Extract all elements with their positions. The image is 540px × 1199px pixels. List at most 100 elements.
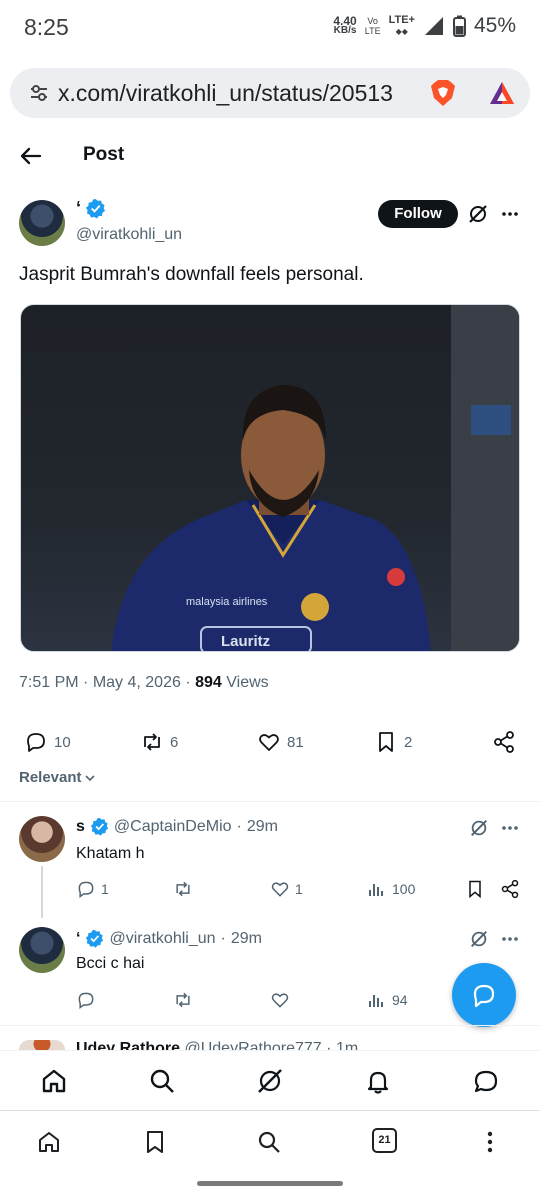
repost-action[interactable] <box>173 990 193 1010</box>
home-icon[interactable] <box>40 1067 68 1095</box>
signal-icon <box>424 17 443 35</box>
jersey-sponsor-text: Lauritz <box>221 633 270 650</box>
reply-avatar[interactable] <box>19 1040 65 1050</box>
repost-icon <box>144 733 160 751</box>
messages-icon[interactable] <box>472 1067 500 1095</box>
more-options-icon[interactable] <box>500 929 520 949</box>
reply-header-partial: Udey Rathore @UdeyRathore777 · 1m <box>76 1040 359 1050</box>
browser-menu-icon[interactable] <box>477 1129 503 1155</box>
sort-replies-dropdown[interactable]: Relevant <box>19 769 96 786</box>
jersey-airline-text: malaysia airlines <box>186 596 268 608</box>
battery-icon <box>452 15 466 37</box>
author-name[interactable]: ‘ <box>76 198 106 219</box>
grok-icon[interactable] <box>467 203 489 225</box>
repost-count: 6 <box>170 733 179 751</box>
repost-icon <box>176 992 190 1008</box>
grok-icon[interactable] <box>469 818 489 838</box>
divider <box>0 801 540 802</box>
address-bar[interactable]: x.com/viratkohli_un/status/20513 <box>10 68 530 118</box>
reply-header: ‘ @viratkohli_un · 29m <box>76 929 262 948</box>
bookmark-action[interactable]: 2 <box>374 730 412 754</box>
browser-bottom-nav: 21 <box>0 1110 540 1172</box>
post-date: May 4, 2026 <box>92 674 181 691</box>
network-speed: 4.40 KB/s <box>333 14 357 36</box>
battery-percent: 45% <box>473 14 516 37</box>
back-arrow-icon[interactable] <box>18 143 44 169</box>
more-options-icon[interactable] <box>500 204 520 224</box>
reply-avatar[interactable] <box>19 816 65 862</box>
heart-icon <box>271 993 289 1008</box>
views-action[interactable]: 94 <box>367 990 408 1010</box>
share-action[interactable] <box>492 730 516 754</box>
brave-shields-icon[interactable] <box>428 78 458 108</box>
url-text[interactable]: x.com/viratkohli_un/status/20513 <box>58 80 433 107</box>
heart-icon <box>271 882 289 897</box>
repost-icon <box>176 881 190 897</box>
post-meta: 7:51 PM · May 4, 2026 · 894 Views <box>19 674 269 691</box>
reply-author-name[interactable]: ‘ <box>76 930 80 948</box>
verified-badge-icon <box>85 198 106 219</box>
reply-header: s @CaptainDeMio · 29m <box>76 817 278 836</box>
share-icon[interactable] <box>500 879 520 899</box>
views-chart-icon <box>369 995 383 1007</box>
like-action[interactable]: 1 <box>270 879 303 899</box>
reply-icon <box>27 733 45 752</box>
page-title: Post <box>83 144 125 165</box>
reply-avatar[interactable] <box>19 927 65 973</box>
bookmark-count: 2 <box>404 733 413 751</box>
tab-switcher-button[interactable]: 21 <box>372 1128 397 1153</box>
reply-action[interactable]: 10 <box>24 730 71 754</box>
reply-author-handle[interactable]: @CaptainDeMio <box>114 818 232 836</box>
verified-badge-icon <box>86 929 104 948</box>
bookmark-icon[interactable] <box>465 879 485 899</box>
like-action[interactable] <box>270 990 290 1010</box>
reply-text: Khatam h <box>76 845 145 862</box>
views-count: 894 <box>195 674 222 691</box>
reply-action[interactable] <box>76 990 96 1010</box>
reply-count: 10 <box>54 733 71 751</box>
heart-icon <box>259 734 279 751</box>
search-icon[interactable] <box>256 1129 282 1155</box>
grok-icon[interactable] <box>469 929 489 949</box>
repost-action[interactable] <box>173 879 193 899</box>
brave-rewards-icon[interactable] <box>488 79 516 107</box>
bookmark-icon <box>379 732 393 752</box>
gesture-handle[interactable] <box>197 1181 343 1186</box>
reply-author-name[interactable]: s <box>76 818 85 836</box>
notifications-bell-icon[interactable] <box>364 1067 392 1095</box>
author-avatar[interactable] <box>19 200 65 246</box>
bookmark-icon[interactable] <box>142 1129 168 1155</box>
reply-text: Bcci c hai <box>76 955 145 972</box>
like-count: 81 <box>287 733 304 751</box>
divider <box>0 1025 540 1026</box>
repost-action[interactable]: 6 <box>140 730 178 754</box>
reply-time: 29m <box>246 817 278 835</box>
status-icons: 4.40 KB/s Vo LTE LTE+ ◆◆ 45% <box>333 14 516 38</box>
thread-line <box>41 866 43 918</box>
views-label: Views <box>226 674 269 691</box>
verified-badge-icon <box>90 817 109 836</box>
post-time: 7:51 PM <box>19 674 79 691</box>
tweet-image[interactable]: Lauritz malaysia airlines <box>20 304 520 652</box>
cricketer-photo: Lauritz malaysia airlines <box>111 305 519 651</box>
x-bottom-nav <box>0 1050 540 1110</box>
tweet-text: Jasprit Bumrah's downfall feels personal… <box>19 264 364 285</box>
reply-icon <box>78 992 94 1009</box>
views-chart-icon <box>369 884 383 896</box>
search-icon[interactable] <box>148 1067 176 1095</box>
clock: 8:25 <box>24 14 69 40</box>
follow-button[interactable]: Follow <box>378 200 458 228</box>
site-settings-icon[interactable] <box>10 68 50 118</box>
author-handle[interactable]: @viratkohli_un <box>76 226 182 244</box>
chevron-down-icon <box>84 774 95 781</box>
grok-icon[interactable] <box>256 1067 284 1095</box>
more-options-icon[interactable] <box>500 818 520 838</box>
compose-reply-button[interactable] <box>452 963 516 1027</box>
views-action[interactable]: 100 <box>367 879 415 899</box>
volte-indicator: Vo LTE <box>364 16 381 36</box>
reply-action[interactable]: 1 <box>76 879 109 899</box>
like-action[interactable]: 81 <box>257 730 304 754</box>
post-actions: 10 6 81 2 <box>0 730 540 756</box>
reply-author-handle[interactable]: @viratkohli_un <box>109 930 215 948</box>
browser-home-icon[interactable] <box>36 1129 62 1155</box>
